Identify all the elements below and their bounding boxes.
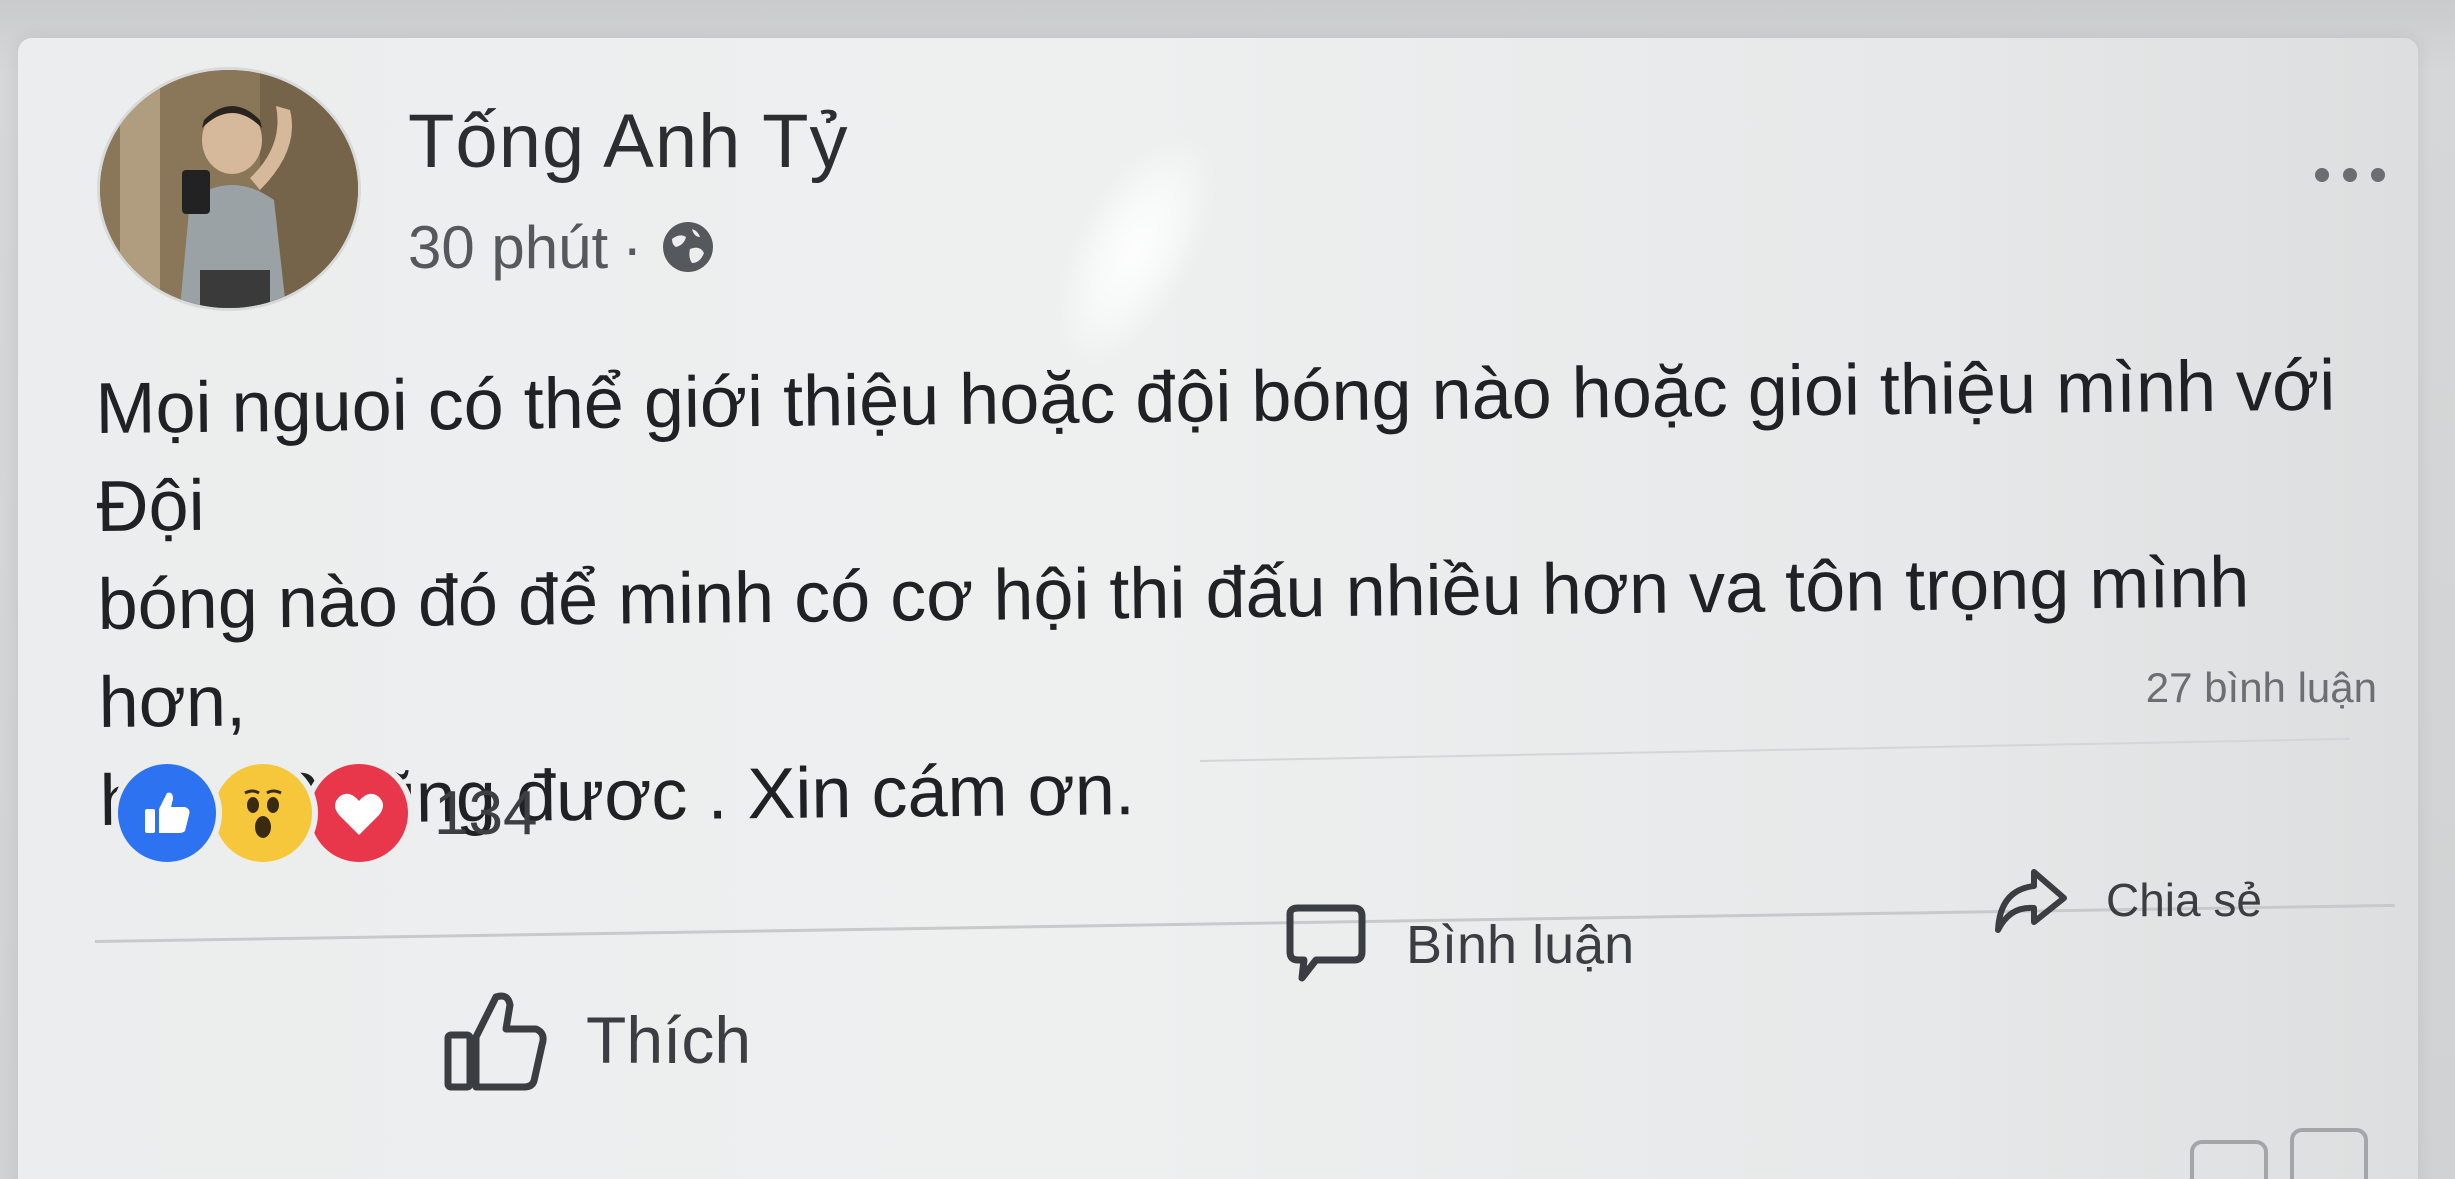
speech-bubble-icon [1286, 904, 1366, 982]
comment-count-link[interactable]: 27 bình luận [2146, 664, 2377, 712]
comment-button[interactable]: Bình luận [1280, 900, 1634, 990]
author-name[interactable]: Tống Anh Tỷ [408, 98, 849, 185]
share-label: Chia sẻ [2106, 874, 2262, 926]
share-button[interactable]: Chia sẻ [1990, 860, 2262, 940]
avatar-photo [100, 70, 358, 308]
emoji-icon[interactable] [2190, 1140, 2268, 1179]
heart-icon [335, 793, 383, 835]
more-dot [2315, 168, 2329, 182]
reaction-count: 134 [434, 778, 538, 848]
globe-icon[interactable] [660, 219, 716, 275]
post-meta: 30 phút · [408, 212, 716, 282]
meta-separator: · [622, 213, 643, 281]
like-label: Thích [586, 1003, 752, 1077]
wow-face-icon [244, 789, 282, 838]
reactions-summary[interactable]: 134 [112, 758, 537, 868]
sticker-icon[interactable] [2290, 1128, 2368, 1179]
love-reaction-icon [304, 758, 414, 868]
more-options-icon[interactable] [2315, 160, 2385, 190]
wow-reaction-icon [208, 758, 318, 868]
more-dot [2343, 168, 2357, 182]
like-reaction-icon [112, 758, 222, 868]
post-timestamp[interactable]: 30 phút [408, 213, 608, 282]
share-arrow-icon [1995, 869, 2067, 933]
post-text-line: bóng nào đó để minh có cơ hội thi đấu nh… [97, 542, 2250, 743]
more-dot [2371, 168, 2385, 182]
like-button[interactable]: Thích [440, 985, 751, 1095]
thumbs-up-outline-icon [444, 992, 547, 1091]
thumbs-up-icon [145, 792, 190, 833]
post-text-line: Mọi nguoi có thể giới thiệu hoặc đội bón… [95, 345, 2336, 547]
comment-label: Bình luận [1406, 915, 1635, 975]
screen: Tống Anh Tỷ 30 phút · Mọi nguoi có thể g… [0, 0, 2455, 1179]
author-avatar[interactable] [100, 70, 358, 308]
